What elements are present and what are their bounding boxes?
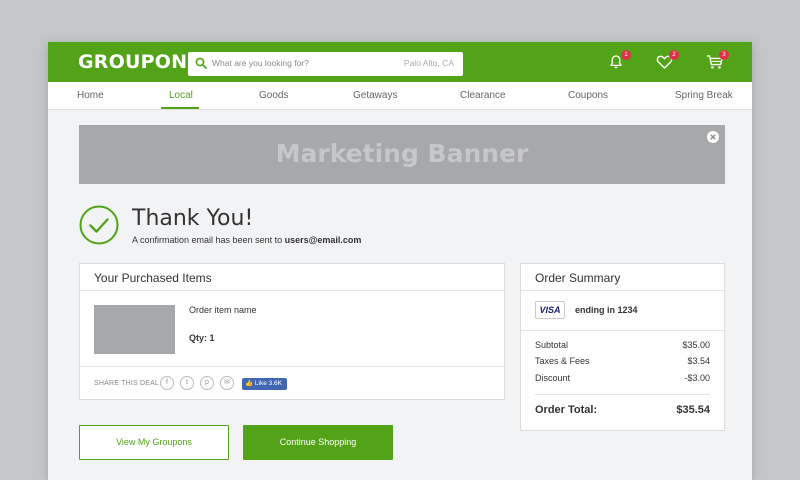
order-total-row: Order Total: $35.54 [535,404,710,416]
pinterest-icon[interactable]: p [200,376,214,390]
nav-item-home[interactable]: Home [77,90,104,101]
search-icon [195,57,207,69]
nav-item-goods[interactable]: Goods [259,90,288,101]
confirmation-email: users@email.com [284,235,362,245]
confirmation-text: A confirmation email has been sent to [132,235,283,245]
active-tab-indicator [161,107,199,109]
item-quantity: Qty: 1 [189,333,215,343]
category-nav: Home Local Goods Getaways Clearance Coup… [48,82,752,110]
nav-item-coupons[interactable]: Coupons [568,90,608,101]
wishlist-badge: 2 [669,50,679,60]
nav-item-spring-break[interactable]: Spring Break [675,90,733,101]
subtotal-row: Subtotal $35.00 [535,340,710,350]
taxes-label: Taxes & Fees [535,356,590,366]
item-name: Order item name [189,305,257,315]
order-summary-heading: Order Summary [521,264,724,291]
visa-card-icon: VISA [535,301,565,319]
like-label: Like 3.6K [254,380,283,387]
search-bar[interactable]: What are you looking for? Palo Alto, CA [188,52,463,76]
order-summary-panel: Order Summary VISA ending in 1234 Subtot… [520,263,725,431]
order-total-label: Order Total: [535,404,598,416]
confirmation-message: A confirmation email has been sent to us… [132,235,361,245]
success-check-icon [79,205,119,245]
subtotal-value: $35.00 [682,340,710,350]
card-ending: ending in 1234 [575,305,638,315]
taxes-value: $3.54 [687,356,710,366]
location-input[interactable]: Palo Alto, CA [404,58,454,68]
browser-window: GROUPON What are you looking for? Palo A… [48,42,752,480]
nav-item-clearance[interactable]: Clearance [460,90,506,101]
total-divider [535,394,710,395]
nav-item-getaways[interactable]: Getaways [353,90,397,101]
discount-row: Discount -$3.00 [535,373,710,383]
banner-text: Marketing Banner [275,139,529,168]
groupon-logo[interactable]: GROUPON [78,51,187,73]
order-total-value: $35.54 [676,404,710,416]
item-thumbnail[interactable] [94,305,175,354]
view-my-groupons-button[interactable]: View My Groupons [79,425,229,460]
discount-label: Discount [535,373,571,383]
facebook-icon[interactable]: f [160,376,174,390]
close-icon [710,134,716,140]
subtotal-label: Subtotal [535,340,569,350]
search-input[interactable]: What are you looking for? [212,58,309,68]
notification-badge: 1 [621,50,631,60]
cart-button[interactable]: 3 [706,50,729,72]
banner-close-button[interactable] [707,131,719,143]
cart-badge: 3 [719,50,729,60]
taxes-row: Taxes & Fees $3.54 [535,356,710,366]
notifications-button[interactable]: 1 [608,50,631,72]
nav-item-local[interactable]: Local [169,90,193,101]
purchased-items-panel: Your Purchased Items Order item name Qty… [79,263,505,400]
share-bar: SHARE THIS DEAL f t p ✉ 👍 Like 3.6K [80,366,504,401]
thank-you-title: Thank You! [132,206,254,231]
summary-divider [521,330,724,331]
top-header: GROUPON What are you looking for? Palo A… [48,42,752,82]
purchased-items-heading: Your Purchased Items [80,264,504,291]
email-icon[interactable]: ✉ [220,376,234,390]
discount-value: -$3.00 [684,373,710,383]
facebook-like-button[interactable]: 👍 Like 3.6K [242,378,287,390]
marketing-banner[interactable]: Marketing Banner [79,125,725,184]
share-label: SHARE THIS DEAL [94,380,160,387]
wishlist-button[interactable]: 2 [656,50,679,72]
twitter-icon[interactable]: t [180,376,194,390]
continue-shopping-button[interactable]: Continue Shopping [243,425,393,460]
